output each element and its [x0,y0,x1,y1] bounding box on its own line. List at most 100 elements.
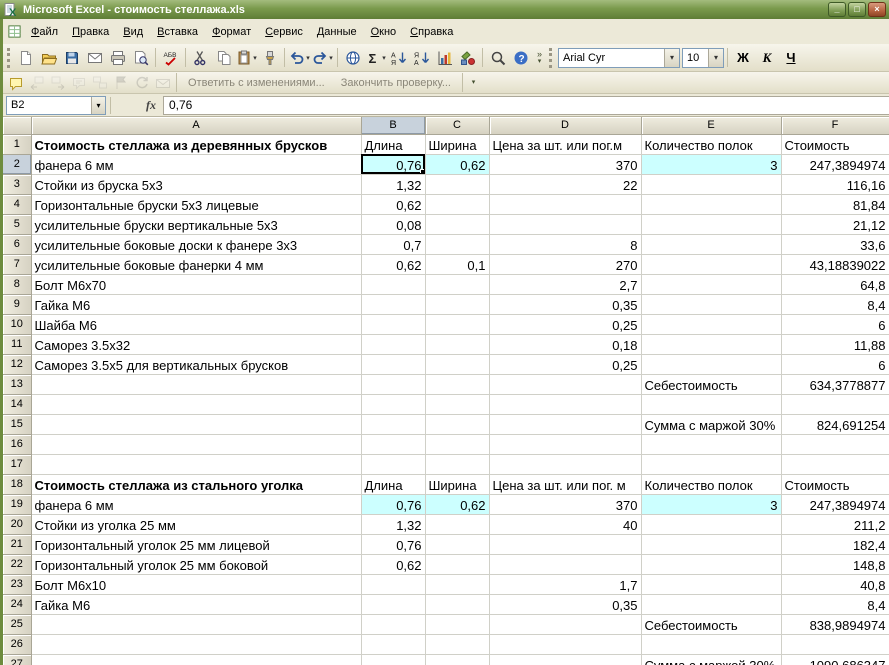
cell-D23[interactable]: 1,7 [489,574,642,595]
cell-F18[interactable]: Стоимость [781,474,889,495]
cell-F4[interactable]: 81,84 [781,194,889,215]
cell-B7[interactable]: 0,62 [361,254,426,275]
cell-A16[interactable] [31,434,362,455]
cell-C11[interactable] [425,334,490,355]
cell-C8[interactable] [425,274,490,295]
row-header-27[interactable]: 27 [3,654,32,665]
cell-E22[interactable] [641,554,782,575]
cell-B21[interactable]: 0,76 [361,534,426,555]
formula-input[interactable]: 0,76 [163,95,889,115]
cell-E25[interactable]: Себестоимость [641,614,782,635]
cell-E2[interactable]: 3 [641,154,782,175]
cell-A20[interactable]: Стойки из уголка 25 мм [31,514,362,535]
row-header-7[interactable]: 7 [3,254,32,275]
cell-D9[interactable]: 0,35 [489,294,642,315]
maximize-button[interactable]: □ [848,2,866,17]
cell-B5[interactable]: 0,08 [361,214,426,235]
cell-D27[interactable] [489,654,642,665]
row-header-15[interactable]: 15 [3,414,32,435]
menu-Окно[interactable]: Окно [364,22,404,42]
cell-E13[interactable]: Себестоимость [641,374,782,395]
cell-F6[interactable]: 33,6 [781,234,889,255]
cell-E8[interactable] [641,274,782,295]
cell-D12[interactable]: 0,25 [489,354,642,375]
sort-ascending-button[interactable]: АЯ [387,47,410,69]
minimize-button[interactable]: _ [828,2,846,17]
name-box[interactable]: B2 ▾ [6,95,106,115]
cell-D14[interactable] [489,394,642,415]
cell-F10[interactable]: 6 [781,314,889,335]
menu-Файл[interactable]: Файл [24,22,65,42]
cell-F22[interactable]: 148,8 [781,554,889,575]
menu-Сервис[interactable]: Сервис [258,22,310,42]
cell-A22[interactable]: Горизонтальный уголок 25 мм боковой [31,554,362,575]
row-header-24[interactable]: 24 [3,594,32,615]
cell-D21[interactable] [489,534,642,555]
cell-D24[interactable]: 0,35 [489,594,642,615]
paste-button[interactable]: ▾ [235,47,258,69]
cell-B11[interactable] [361,334,426,355]
cell-B16[interactable] [361,434,426,455]
cell-F8[interactable]: 64,8 [781,274,889,295]
column-header-A[interactable]: A [31,117,362,135]
formatting-toolbar-grip[interactable] [549,47,552,68]
cell-A1[interactable]: Стоимость стеллажа из деревянных брусков [31,134,362,155]
row-header-25[interactable]: 25 [3,614,32,635]
cell-D15[interactable] [489,414,642,435]
cell-D18[interactable]: Цена за шт. или пог. м [489,474,642,495]
bold-button[interactable]: Ж [731,47,755,69]
cell-A4[interactable]: Горизонтальные бруски 5х3 лицевые [31,194,362,215]
zoom-button[interactable] [486,47,509,69]
menu-Справка[interactable]: Справка [403,22,460,42]
menu-Данные[interactable]: Данные [310,22,364,42]
row-header-18[interactable]: 18 [3,474,32,495]
insert-hyperlink-button[interactable] [341,47,364,69]
cell-C3[interactable] [425,174,490,195]
cell-D20[interactable]: 40 [489,514,642,535]
cell-E14[interactable] [641,394,782,415]
cell-C18[interactable]: Ширина [425,474,490,495]
cell-F25[interactable]: 838,9894974 [781,614,889,635]
cell-D10[interactable]: 0,25 [489,314,642,335]
column-header-E[interactable]: E [641,117,782,135]
cell-E21[interactable] [641,534,782,555]
cell-A23[interactable]: Болт М6х10 [31,574,362,595]
cell-C10[interactable] [425,314,490,335]
cell-E7[interactable] [641,254,782,275]
font-size-select[interactable]: 10 ▾ [682,47,724,68]
cell-C23[interactable] [425,574,490,595]
cell-C6[interactable] [425,234,490,255]
toolbar-options-button[interactable]: » ▾ [532,46,547,70]
row-header-8[interactable]: 8 [3,274,32,295]
cell-B10[interactable] [361,314,426,335]
font-name-select[interactable]: Arial Cyr ▾ [558,47,680,68]
cell-F5[interactable]: 21,12 [781,214,889,235]
row-header-1[interactable]: 1 [3,134,32,155]
cell-F3[interactable]: 116,16 [781,174,889,195]
cell-C27[interactable] [425,654,490,665]
cell-D11[interactable]: 0,18 [489,334,642,355]
insert-function-button[interactable]: fx [139,96,163,115]
cell-E10[interactable] [641,314,782,335]
cell-B12[interactable] [361,354,426,375]
cell-B23[interactable] [361,574,426,595]
email-button[interactable] [83,47,106,69]
cell-E11[interactable] [641,334,782,355]
cell-B13[interactable] [361,374,426,395]
underline-button[interactable]: Ч [779,47,803,69]
cell-D22[interactable] [489,554,642,575]
cell-A10[interactable]: Шайба М6 [31,314,362,335]
cell-E17[interactable] [641,454,782,475]
select-all-corner[interactable] [3,117,32,135]
cell-C2[interactable]: 0,62 [425,154,490,175]
cell-A14[interactable] [31,394,362,415]
cell-A13[interactable] [31,374,362,395]
cell-C16[interactable] [425,434,490,455]
cell-A6[interactable]: усилительные боковые доски к фанере 3х3 [31,234,362,255]
cell-A12[interactable]: Саморез 3.5х5 для вертикальных брусков [31,354,362,375]
font-size-dropdown-icon[interactable]: ▾ [708,48,723,67]
cell-B18[interactable]: Длина [361,474,426,495]
cell-E5[interactable] [641,214,782,235]
cell-A8[interactable]: Болт М6х70 [31,274,362,295]
cell-F9[interactable]: 8,4 [781,294,889,315]
